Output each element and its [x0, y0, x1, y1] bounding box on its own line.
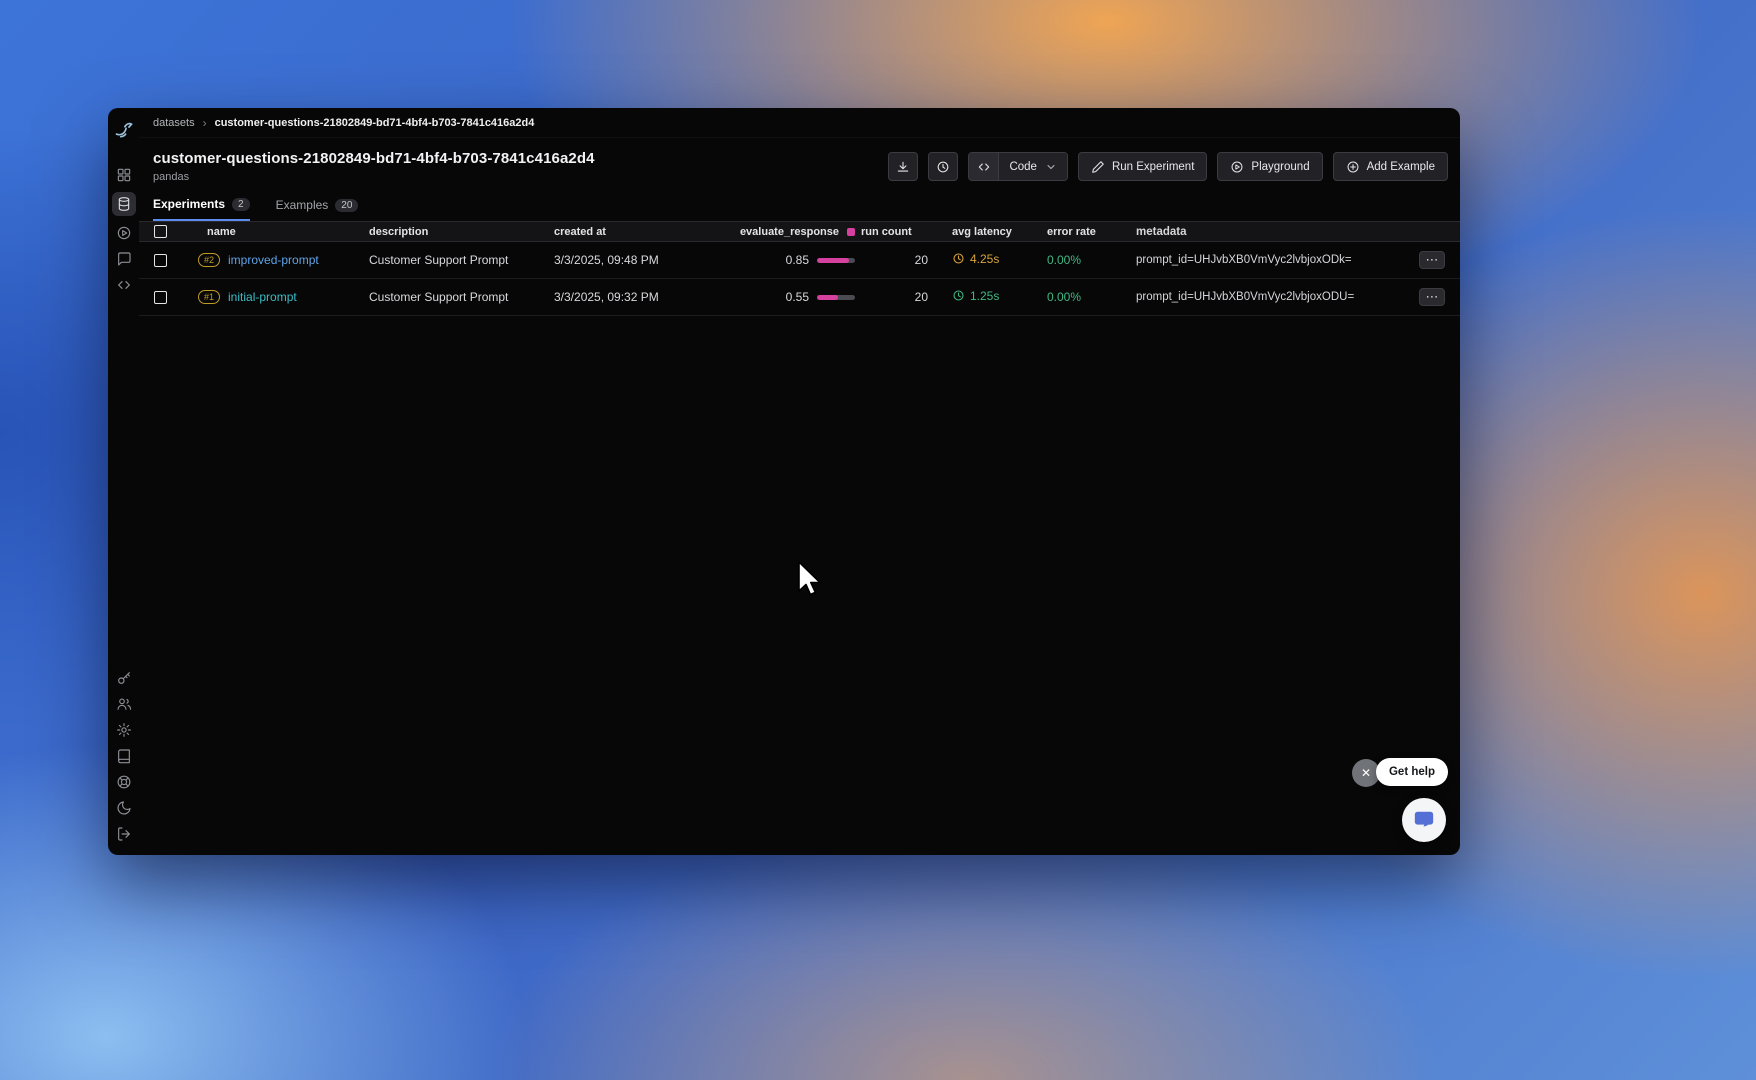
- col-header-avg-latency: avg latency: [952, 225, 1012, 238]
- get-help-label: Get help: [1388, 766, 1435, 778]
- book-icon[interactable]: [112, 747, 136, 765]
- prompts-code-icon[interactable]: [112, 276, 136, 294]
- tab-bar: Experiments 2 Examples 20: [139, 185, 1460, 221]
- sidebar: [108, 108, 139, 855]
- experiment-number-badge: #1: [198, 290, 221, 304]
- gear-icon[interactable]: [112, 721, 136, 739]
- row-checkbox[interactable]: [154, 290, 167, 304]
- tab-experiments[interactable]: Experiments 2: [153, 197, 250, 221]
- avg-latency-value: 1.25s: [952, 289, 999, 303]
- page-title: customer-questions-21802849-bd71-4bf4-b7…: [153, 150, 595, 167]
- download-icon: [898, 161, 909, 172]
- clock-icon: [953, 253, 964, 264]
- close-icon: ✕: [1360, 766, 1372, 780]
- plus-circle-icon: [1347, 161, 1359, 172]
- pencil-icon: [1092, 160, 1104, 173]
- col-header-name: name: [207, 225, 236, 238]
- row-actions-button[interactable]: ⋯: [1419, 251, 1445, 269]
- evaluate-response-swatch: [847, 227, 855, 236]
- runs-icon[interactable]: [112, 224, 136, 242]
- sidebar-top-nav: [111, 166, 136, 294]
- datasets-icon[interactable]: [111, 192, 136, 216]
- experiment-metadata: prompt_id=UHJvbXB0VmVyc2lvbjoxODk=: [1136, 254, 1352, 266]
- experiment-name-link[interactable]: improved-prompt: [228, 253, 319, 267]
- run-experiment-button[interactable]: Run Experiment: [1077, 152, 1208, 181]
- error-rate-value: 0.00%: [1047, 253, 1082, 267]
- clock-icon: [953, 290, 964, 301]
- row-checkbox[interactable]: [154, 253, 167, 267]
- chat-bubble-icon: [1414, 811, 1434, 827]
- run-experiment-label: Run Experiment: [1111, 160, 1195, 173]
- get-help-button[interactable]: Get help: [1375, 758, 1448, 786]
- evaluate-response-value: 0.55: [785, 290, 809, 304]
- experiment-description: Customer Support Prompt: [369, 253, 509, 267]
- page-header: customer-questions-21802849-bd71-4bf4-b7…: [139, 138, 1460, 185]
- logout-icon[interactable]: [112, 825, 136, 843]
- breadcrumb-separator-icon: ›: [202, 115, 207, 130]
- code-button-label: Code: [1009, 160, 1037, 173]
- evaluate-response-bar-fill: [817, 294, 838, 300]
- chat-widget-button[interactable]: [1402, 798, 1446, 842]
- key-icon[interactable]: [112, 669, 136, 687]
- add-example-button[interactable]: Add Example: [1332, 152, 1448, 181]
- experiment-description: Customer Support Prompt: [369, 290, 509, 304]
- moon-icon[interactable]: [112, 799, 136, 817]
- experiment-name-link[interactable]: initial-prompt: [228, 290, 297, 304]
- col-header-evaluate-response: evaluate_response: [739, 225, 839, 238]
- col-header-run-count: run count: [861, 225, 912, 238]
- tab-examples-label: Examples: [275, 198, 329, 212]
- table-header-row: name description created at evaluate_res…: [139, 221, 1460, 242]
- run-count-value: 20: [914, 290, 928, 304]
- tab-examples[interactable]: Examples 20: [276, 197, 359, 221]
- main-content: datasets › customer-questions-21802849-b…: [139, 108, 1460, 855]
- help-lifering-icon[interactable]: [112, 773, 136, 791]
- experiment-metadata: prompt_id=UHJvbXB0VmVyc2lvbjoxODU=: [1136, 291, 1355, 303]
- select-all-checkbox[interactable]: [154, 225, 167, 238]
- clock-icon: [938, 161, 949, 172]
- experiment-number-badge: #2: [198, 253, 221, 267]
- download-button[interactable]: [888, 152, 919, 181]
- col-header-description: description: [369, 225, 429, 238]
- toolbar: Code Run Experiment Playground Add Examp…: [888, 152, 1448, 181]
- chevron-down-icon: [1047, 164, 1055, 169]
- experiment-created-at: 3/3/2025, 09:32 PM: [554, 290, 659, 304]
- play-circle-icon: [1231, 161, 1243, 172]
- code-icon: [969, 153, 1000, 180]
- app-window: datasets › customer-questions-21802849-b…: [108, 108, 1460, 855]
- row-actions-button[interactable]: ⋯: [1419, 288, 1445, 306]
- playground-button[interactable]: Playground: [1217, 152, 1323, 181]
- users-icon[interactable]: [112, 695, 136, 713]
- breadcrumb: datasets › customer-questions-21802849-b…: [139, 108, 1460, 138]
- table-row: #2 improved-prompt Customer Support Prom…: [139, 242, 1460, 279]
- col-header-created-at: created at: [554, 225, 606, 238]
- evaluate-response-value: 0.85: [785, 253, 809, 267]
- page-subtitle: pandas: [153, 171, 190, 183]
- col-header-error-rate: error rate: [1047, 225, 1096, 238]
- evaluate-response-bar-fill: [817, 257, 850, 263]
- table-row: #1 initial-prompt Customer Support Promp…: [139, 279, 1460, 316]
- history-button[interactable]: [928, 152, 959, 181]
- add-example-label: Add Example: [1366, 160, 1435, 173]
- experiments-table: name description created at evaluate_res…: [139, 221, 1460, 316]
- desktop-wallpaper: datasets › customer-questions-21802849-b…: [0, 0, 1756, 1080]
- col-header-metadata: metadata: [1136, 225, 1187, 238]
- code-button[interactable]: Code: [968, 152, 1068, 181]
- evaluate-response-bar: [817, 294, 855, 300]
- experiment-created-at: 3/3/2025, 09:48 PM: [554, 253, 659, 267]
- sidebar-bottom-nav: [112, 669, 136, 843]
- app-logo[interactable]: [114, 120, 134, 140]
- tab-experiments-label: Experiments: [153, 197, 226, 211]
- avg-latency-value: 4.25s: [952, 252, 999, 266]
- error-rate-value: 0.00%: [1047, 290, 1082, 304]
- playground-label: Playground: [1251, 160, 1310, 173]
- tab-examples-count: 20: [335, 198, 359, 212]
- breadcrumb-datasets-link[interactable]: datasets: [153, 117, 195, 129]
- evaluate-response-bar: [817, 257, 855, 263]
- breadcrumb-current: customer-questions-21802849-bd71-4bf4-b7…: [214, 116, 535, 129]
- apps-icon[interactable]: [112, 166, 136, 184]
- annotations-icon[interactable]: [112, 250, 136, 268]
- run-count-value: 20: [914, 253, 928, 267]
- tab-experiments-count: 2: [232, 197, 250, 211]
